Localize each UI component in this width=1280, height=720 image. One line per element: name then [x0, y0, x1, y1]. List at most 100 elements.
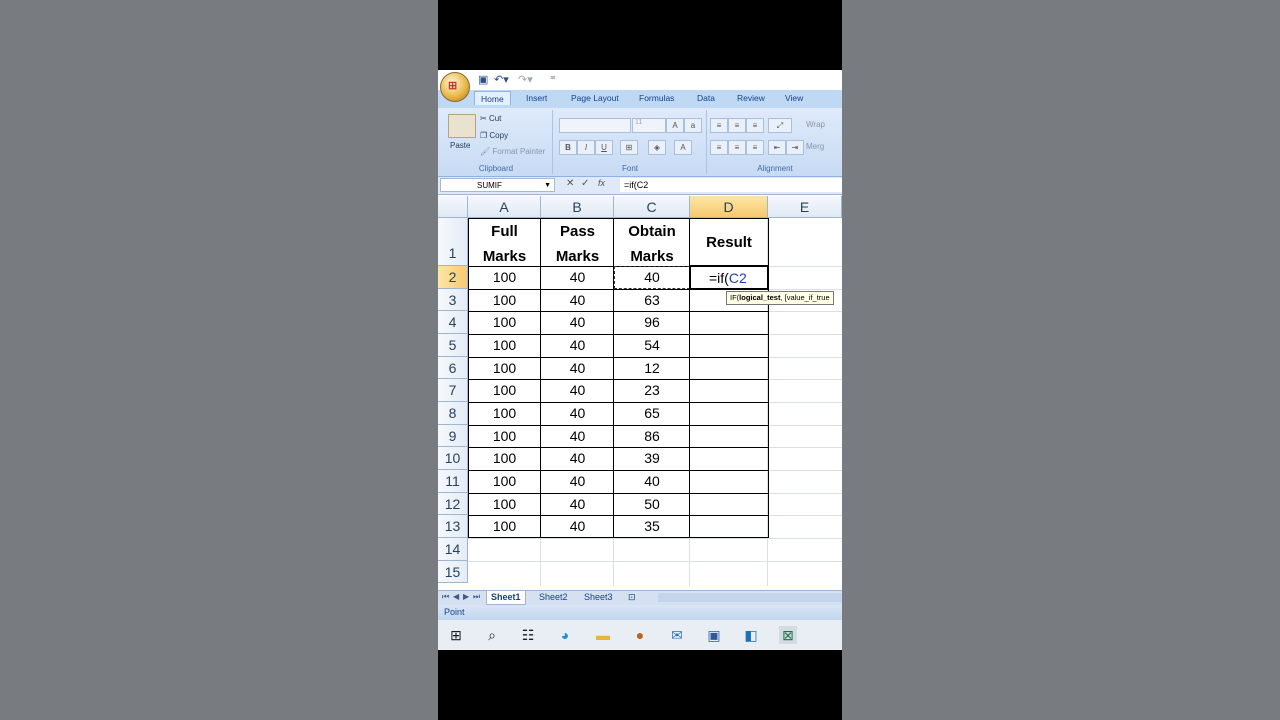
- format-painter-button[interactable]: 🖌 Format Painter: [480, 147, 545, 156]
- tab-data[interactable]: Data: [697, 93, 715, 103]
- column-header-c[interactable]: C: [614, 196, 690, 218]
- align-left-icon[interactable]: ≡: [710, 140, 728, 155]
- paste-icon[interactable]: [448, 114, 476, 138]
- header-cell-obtain-marks[interactable]: Obtain Marks: [614, 219, 690, 266]
- row-header-3[interactable]: 3: [438, 289, 468, 311]
- table-cell[interactable]: 40: [541, 402, 614, 425]
- column-header-e[interactable]: E: [768, 196, 842, 218]
- cancel-formula-icon[interactable]: ✕: [566, 178, 574, 189]
- windows-icon[interactable]: ⊞: [447, 626, 465, 644]
- next-sheet-icon[interactable]: ▶: [463, 592, 469, 601]
- table-cell[interactable]: 63: [614, 289, 690, 311]
- table-cell[interactable]: 100: [468, 334, 541, 357]
- table-cell[interactable]: 40: [541, 357, 614, 379]
- table-cell[interactable]: 40: [541, 515, 614, 538]
- row-header-14[interactable]: 14: [438, 538, 468, 561]
- first-sheet-icon[interactable]: ⏮: [442, 592, 449, 602]
- align-right-icon[interactable]: ≡: [746, 140, 764, 155]
- align-top-icon[interactable]: ≡: [710, 118, 728, 133]
- column-header-b[interactable]: B: [541, 196, 614, 218]
- table-cell[interactable]: 100: [468, 425, 541, 447]
- edge-icon[interactable]: ◕: [556, 626, 574, 644]
- font-color-icon[interactable]: A: [674, 140, 692, 155]
- shrink-font-icon[interactable]: a: [684, 118, 702, 133]
- table-cell[interactable]: 100: [468, 289, 541, 311]
- table-cell[interactable]: 100: [468, 379, 541, 402]
- table-cell[interactable]: 40: [541, 334, 614, 357]
- table-cell[interactable]: 100: [468, 357, 541, 379]
- enter-formula-icon[interactable]: ✓: [581, 178, 589, 189]
- table-cell[interactable]: 40: [541, 447, 614, 470]
- row-header-2[interactable]: 2: [438, 266, 468, 289]
- row-header-5[interactable]: 5: [438, 334, 468, 357]
- insert-sheet-icon[interactable]: ⊡: [628, 591, 636, 604]
- row-header-8[interactable]: 8: [438, 402, 468, 425]
- select-all-corner[interactable]: [438, 196, 468, 218]
- header-cell-pass-marks[interactable]: Pass Marks: [541, 219, 614, 266]
- save-icon[interactable]: ▣: [478, 73, 488, 86]
- media-icon[interactable]: ▣: [705, 626, 723, 644]
- chevron-down-icon[interactable]: ▼: [544, 179, 551, 193]
- row-header-10[interactable]: 10: [438, 447, 468, 470]
- tab-insert[interactable]: Insert: [526, 93, 547, 103]
- sheet-tab-1[interactable]: Sheet1: [486, 591, 526, 605]
- column-header-d[interactable]: D: [690, 196, 768, 218]
- table-cell[interactable]: 40: [541, 470, 614, 493]
- table-cell[interactable]: 100: [468, 493, 541, 515]
- name-box[interactable]: SUMIF ▼: [440, 178, 555, 192]
- table-cell[interactable]: 35: [614, 515, 690, 538]
- row-header-4[interactable]: 4: [438, 311, 468, 334]
- cut-button[interactable]: ✂ Cut: [480, 114, 501, 123]
- customize-qat-icon[interactable]: ⁼: [550, 73, 556, 86]
- row-header-15[interactable]: 15: [438, 561, 468, 583]
- last-sheet-icon[interactable]: ⏭: [473, 592, 480, 602]
- underline-icon[interactable]: U: [595, 140, 613, 155]
- excel-icon[interactable]: ⊠: [779, 626, 797, 644]
- table-cell[interactable]: 100: [468, 402, 541, 425]
- prev-sheet-icon[interactable]: ◀: [453, 592, 459, 601]
- table-cell[interactable]: 39: [614, 447, 690, 470]
- table-cell[interactable]: 40: [541, 379, 614, 402]
- table-cell[interactable]: 40: [541, 425, 614, 447]
- row-header-11[interactable]: 11: [438, 470, 468, 493]
- horizontal-scrollbar[interactable]: [658, 593, 842, 602]
- fill-color-icon[interactable]: ◈: [648, 140, 666, 155]
- taskview-icon[interactable]: ☷: [519, 626, 537, 644]
- grow-font-icon[interactable]: A: [666, 118, 684, 133]
- align-middle-icon[interactable]: ≡: [728, 118, 746, 133]
- table-cell[interactable]: 100: [468, 266, 541, 289]
- table-cell[interactable]: 65: [614, 402, 690, 425]
- app2-icon[interactable]: ◧: [742, 626, 760, 644]
- tab-review[interactable]: Review: [737, 93, 765, 103]
- row-header-12[interactable]: 12: [438, 493, 468, 515]
- tab-page-layout[interactable]: Page Layout: [571, 93, 619, 103]
- table-cell[interactable]: 40: [541, 311, 614, 334]
- explorer-icon[interactable]: ▬: [594, 626, 612, 644]
- active-cell[interactable]: =if(C2: [689, 265, 769, 290]
- borders-icon[interactable]: ⊞: [620, 140, 638, 155]
- paste-button[interactable]: Paste: [450, 141, 470, 150]
- italic-icon[interactable]: I: [577, 140, 595, 155]
- increase-indent-icon[interactable]: ⇥: [786, 140, 804, 155]
- table-cell[interactable]: 100: [468, 311, 541, 334]
- formula-input[interactable]: =if(C2: [620, 178, 842, 192]
- table-cell[interactable]: 40: [541, 493, 614, 515]
- font-name-box[interactable]: [559, 118, 631, 133]
- tab-formulas[interactable]: Formulas: [639, 93, 674, 103]
- sheet-tab-3[interactable]: Sheet3: [584, 591, 613, 604]
- table-cell[interactable]: 86: [614, 425, 690, 447]
- sheet-tab-2[interactable]: Sheet2: [539, 591, 568, 604]
- tab-home[interactable]: Home: [474, 91, 511, 105]
- insert-function-icon[interactable]: fx: [598, 178, 605, 188]
- table-cell[interactable]: 40: [614, 470, 690, 493]
- office-button[interactable]: ⊞: [440, 72, 470, 102]
- mail-icon[interactable]: ✉: [668, 626, 686, 644]
- table-cell[interactable]: 40: [541, 289, 614, 311]
- table-cell[interactable]: 96: [614, 311, 690, 334]
- table-cell[interactable]: 54: [614, 334, 690, 357]
- table-cell[interactable]: 100: [468, 447, 541, 470]
- align-center-icon[interactable]: ≡: [728, 140, 746, 155]
- redo-icon[interactable]: ↷▾: [518, 73, 533, 86]
- header-cell-result[interactable]: Result: [690, 219, 768, 266]
- align-bottom-icon[interactable]: ≡: [746, 118, 764, 133]
